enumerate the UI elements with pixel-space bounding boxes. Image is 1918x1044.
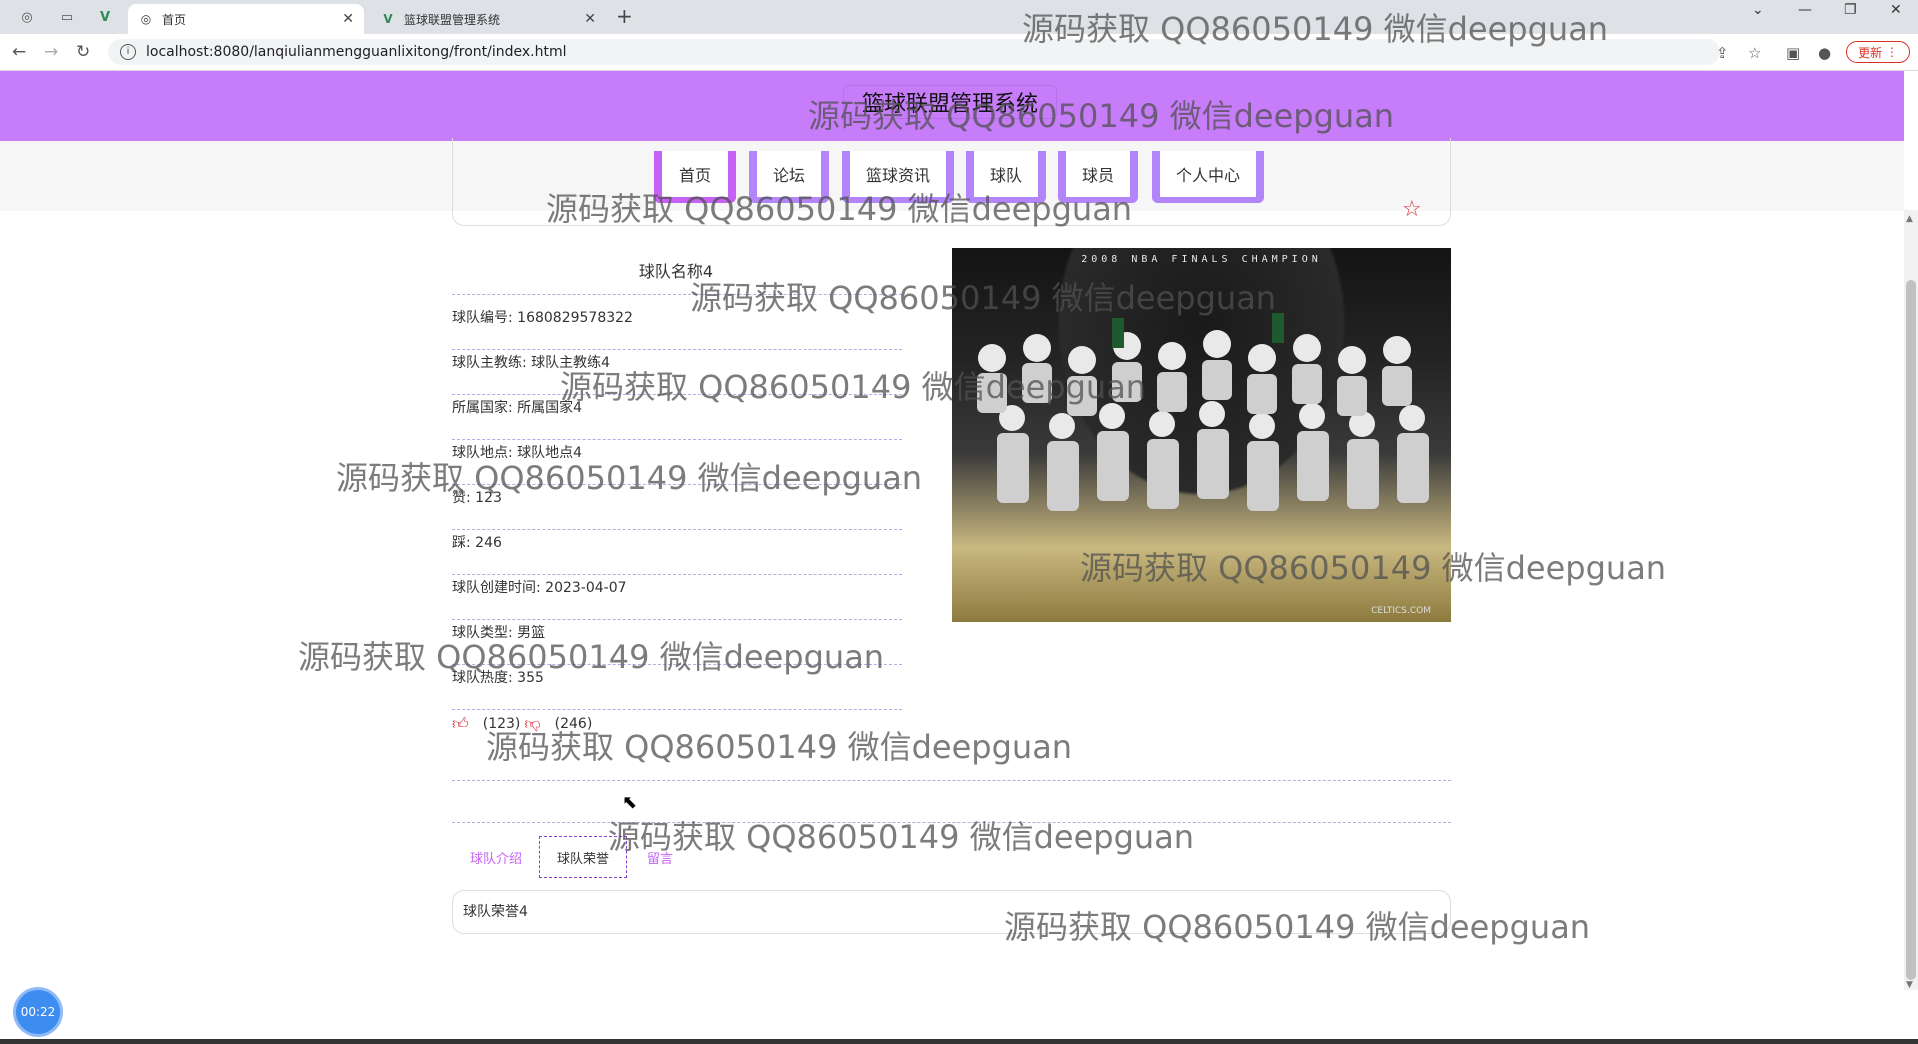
taskbar-edge: [0, 1039, 1918, 1044]
team-photo: 2008 NBA FINALS CHAMPION CELTICS.COM: [952, 248, 1451, 622]
pinned-tab-vue-icon[interactable]: V: [92, 6, 118, 28]
scroll-up-arrow-icon[interactable]: ▲: [1906, 214, 1913, 224]
globe-icon: ◎: [140, 12, 152, 26]
site-header: 篮球联盟管理系统: [0, 71, 1904, 141]
mouse-cursor-icon: ⬉: [622, 792, 638, 813]
photo-credit: CELTICS.COM: [1371, 606, 1431, 616]
team-crowd-graphic: [977, 313, 1429, 511]
forward-arrow-icon[interactable]: →: [44, 42, 58, 62]
address-bar[interactable]: i localhost:8080/lanqiulianmengguanlixit…: [108, 39, 1720, 65]
team-created-row: 球队创建时间: 2023-04-07: [452, 576, 902, 620]
team-likes-row: 赞: 123: [452, 486, 902, 530]
tab-messages[interactable]: 留言: [634, 836, 686, 878]
close-tab-icon[interactable]: ✕: [584, 11, 596, 27]
tab-team-intro[interactable]: 球队介绍: [460, 836, 532, 878]
url-text: localhost:8080/lanqiulianmengguanlixiton…: [146, 44, 567, 60]
new-tab-plus-icon[interactable]: +: [616, 4, 633, 28]
vote-row: 👍︎ (123) 👎︎ (246): [452, 714, 592, 734]
thumbs-up-count: (123): [482, 716, 521, 732]
tab-title: 首页: [162, 12, 187, 27]
bookmark-star-icon[interactable]: ☆: [1748, 44, 1761, 62]
update-button[interactable]: 更新 ⋮: [1846, 41, 1910, 63]
reload-icon[interactable]: ↻: [76, 42, 90, 62]
pinned-tab-blank-icon[interactable]: ▭: [54, 6, 80, 28]
side-panel-icon[interactable]: ▣: [1786, 44, 1800, 62]
site-info-icon[interactable]: i: [120, 44, 136, 60]
team-location-row: 球队地点: 球队地点4: [452, 441, 902, 485]
favorite-star-icon[interactable]: ☆: [1402, 197, 1422, 222]
thumbs-down-count: (246): [554, 716, 593, 732]
scrollbar-thumb[interactable]: [1906, 280, 1916, 980]
thumbs-up-icon[interactable]: 👍︎: [452, 714, 469, 734]
thumbs-down-icon[interactable]: 👎︎: [524, 714, 540, 734]
divider: [452, 780, 1451, 781]
restore-icon[interactable]: ❐: [1844, 2, 1857, 18]
browser-tab-bar: ◎ ▭ V ◎ 首页 ✕ V 篮球联盟管理系统 ✕ + ⌄ — ❐ ✕: [0, 0, 1918, 34]
timer-badge[interactable]: 00:22: [16, 990, 60, 1034]
site-title: 篮球联盟管理系统: [843, 85, 1057, 119]
tab-team-honors[interactable]: 球队荣誉: [539, 836, 627, 878]
tab-title: 篮球联盟管理系统: [404, 12, 501, 27]
scroll-down-arrow-icon[interactable]: ▼: [1906, 980, 1913, 990]
team-type-row: 球队类型: 男篮: [452, 621, 902, 665]
tab-home[interactable]: ◎ 首页 ✕: [128, 4, 364, 34]
profile-avatar-icon[interactable]: ●: [1818, 44, 1831, 62]
vue-icon: V: [383, 12, 393, 26]
divider: [452, 822, 1451, 823]
team-heat-row: 球队热度: 355: [452, 666, 902, 710]
share-icon[interactable]: ⇪: [1716, 44, 1729, 62]
close-window-icon[interactable]: ✕: [1890, 2, 1902, 18]
team-coach-row: 球队主教练: 球队主教练4: [452, 351, 902, 395]
browser-toolbar: ← → ↻ i localhost:8080/lanqiulianmenggua…: [0, 34, 1918, 71]
divider: [452, 294, 902, 295]
team-name-title: 球队名称4: [638, 262, 714, 281]
update-label: 更新: [1858, 45, 1883, 60]
team-id-row: 球队编号: 1680829578322: [452, 306, 902, 350]
team-country-row: 所属国家: 所属国家4: [452, 396, 902, 440]
back-arrow-icon[interactable]: ←: [12, 42, 26, 62]
minimize-icon[interactable]: —: [1798, 2, 1812, 18]
pinned-tab-globe-icon[interactable]: ◎: [14, 6, 40, 28]
detail-card-top: [452, 138, 1451, 226]
tab-search-chevron-icon[interactable]: ⌄: [1752, 2, 1764, 18]
photo-banner: 2008 NBA FINALS CHAMPION: [1081, 254, 1322, 265]
tab-content: 球队荣誉4: [452, 890, 1451, 934]
close-tab-icon[interactable]: ✕: [342, 11, 354, 27]
team-dislikes-row: 踩: 246: [452, 531, 902, 575]
tab-basketball-system[interactable]: V 篮球联盟管理系统 ✕: [370, 4, 606, 34]
